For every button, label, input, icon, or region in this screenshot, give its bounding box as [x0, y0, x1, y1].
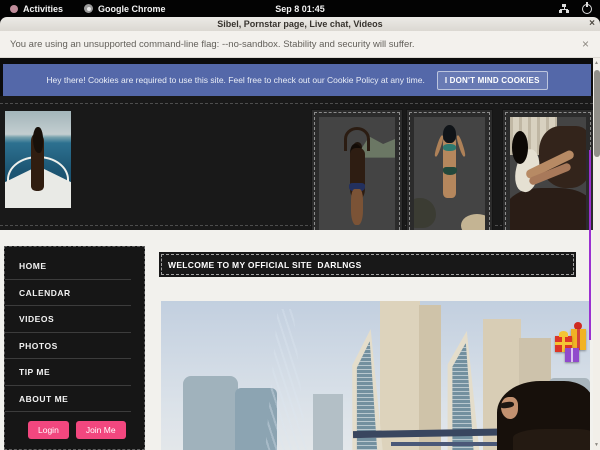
- screen: Activities Google Chrome Sep 8 01:45 Sib…: [0, 0, 600, 450]
- gift-boxes-icon[interactable]: [571, 329, 586, 350]
- beach-bikini-photo[interactable]: [414, 117, 485, 230]
- cookie-accept-button[interactable]: I DON'T MIND COOKIES: [437, 71, 548, 90]
- gift-ribbon: [589, 150, 591, 340]
- cookie-banner: Hey there! Cookies are required to use t…: [3, 64, 591, 96]
- sidebar: HOME CALENDAR VIDEOS PHOTOS TIP ME ABOUT…: [4, 246, 145, 450]
- window-titlebar[interactable]: Sibel, Pornstar page, Live chat, Videos …: [0, 17, 600, 31]
- thumbnail-frame[interactable]: [407, 110, 492, 237]
- infobar-close-icon[interactable]: ×: [582, 37, 589, 51]
- page-scrollbar[interactable]: ▲ ▼: [593, 58, 600, 450]
- scroll-up-icon[interactable]: ▲: [593, 60, 600, 66]
- gnome-top-bar: Activities Google Chrome Sep 8 01:45: [0, 0, 600, 17]
- window-title: Sibel, Pornstar page, Live chat, Videos: [217, 19, 382, 29]
- sidebar-item-calendar[interactable]: CALENDAR: [5, 280, 131, 307]
- sidebar-item-tip-me[interactable]: TIP ME: [5, 359, 131, 386]
- thumbnail-frame[interactable]: [312, 110, 402, 237]
- sidebar-item-videos[interactable]: VIDEOS: [5, 306, 131, 333]
- warning-message: You are using an unsupported command-lin…: [10, 39, 415, 50]
- scrollbar-thumb[interactable]: [594, 70, 600, 157]
- sidebar-item-about-me[interactable]: ABOUT ME: [5, 386, 131, 413]
- sidebar-item-home[interactable]: HOME: [5, 253, 131, 280]
- power-icon[interactable]: [582, 4, 592, 14]
- network-icon[interactable]: [559, 4, 569, 13]
- clock[interactable]: Sep 8 01:45: [0, 4, 600, 14]
- join-me-button[interactable]: Join Me: [76, 421, 126, 439]
- dashed-divider: [0, 103, 593, 104]
- thumbnail-frame[interactable]: [503, 110, 593, 237]
- window-close-icon[interactable]: ×: [589, 17, 595, 31]
- couch-photo[interactable]: [510, 117, 586, 230]
- beach-arms-raised-photo[interactable]: [319, 117, 395, 230]
- scroll-down-icon[interactable]: ▼: [593, 442, 600, 448]
- sidebar-item-photos[interactable]: PHOTOS: [5, 333, 131, 360]
- browser-viewport: Hey there! Cookies are required to use t…: [0, 58, 593, 450]
- cookie-message: Hey there! Cookies are required to use t…: [46, 75, 424, 85]
- login-button[interactable]: Login: [28, 421, 69, 439]
- gift-boxes-icon[interactable]: [565, 348, 579, 362]
- content-area: HOME CALENDAR VIDEOS PHOTOS TIP ME ABOUT…: [0, 230, 593, 450]
- welcome-bar: WELCOME TO MY OFFICIAL SITE DARLNGS: [159, 252, 576, 277]
- warning-infobar: You are using an unsupported command-lin…: [0, 31, 600, 58]
- gift-boxes-icon: [559, 331, 568, 337]
- dubai-marina-skyline-photo[interactable]: [161, 301, 590, 450]
- woman-on-boat-photo[interactable]: [5, 111, 71, 208]
